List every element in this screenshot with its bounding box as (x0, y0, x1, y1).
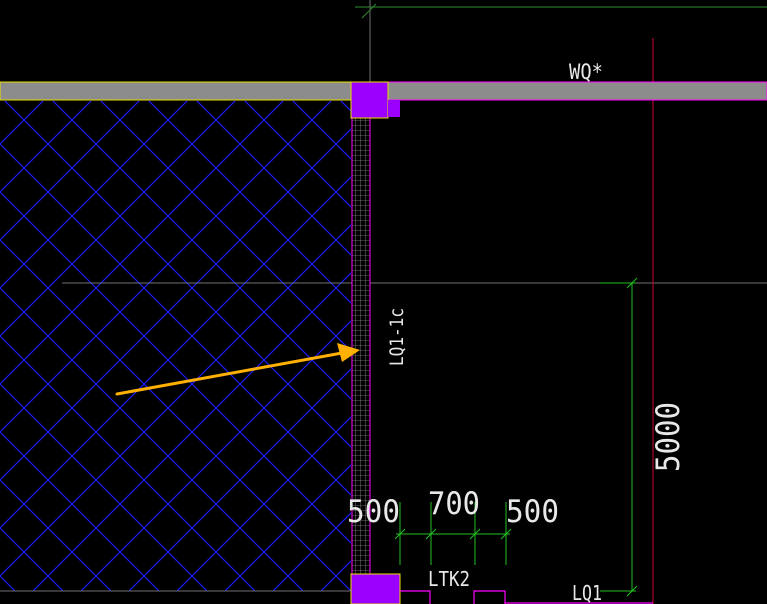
dimension-text-middle: 700 (428, 486, 480, 522)
cad-drawing-canvas[interactable]: WQ* LQ1-1c LTK2 LQ1 5000 500 700 500 (0, 0, 767, 604)
column-top-notch (388, 100, 400, 117)
label-bottom-wall[interactable]: LQ1 (572, 581, 602, 604)
dimension-text-right: 500 (506, 494, 559, 530)
label-opening[interactable]: LTK2 (428, 567, 470, 591)
hatched-slab-region[interactable] (0, 101, 351, 591)
dimension-text-vertical: 5000 (649, 402, 687, 472)
top-wall-left[interactable] (0, 81, 352, 101)
label-top-wall[interactable]: WQ* (569, 60, 603, 84)
column-top[interactable] (350, 81, 389, 119)
label-vertical-wall[interactable]: LQ1-1c (386, 308, 408, 366)
dimension-text-left: 500 (347, 494, 400, 530)
column-bottom[interactable] (350, 573, 401, 604)
top-wall-right[interactable] (387, 81, 767, 101)
